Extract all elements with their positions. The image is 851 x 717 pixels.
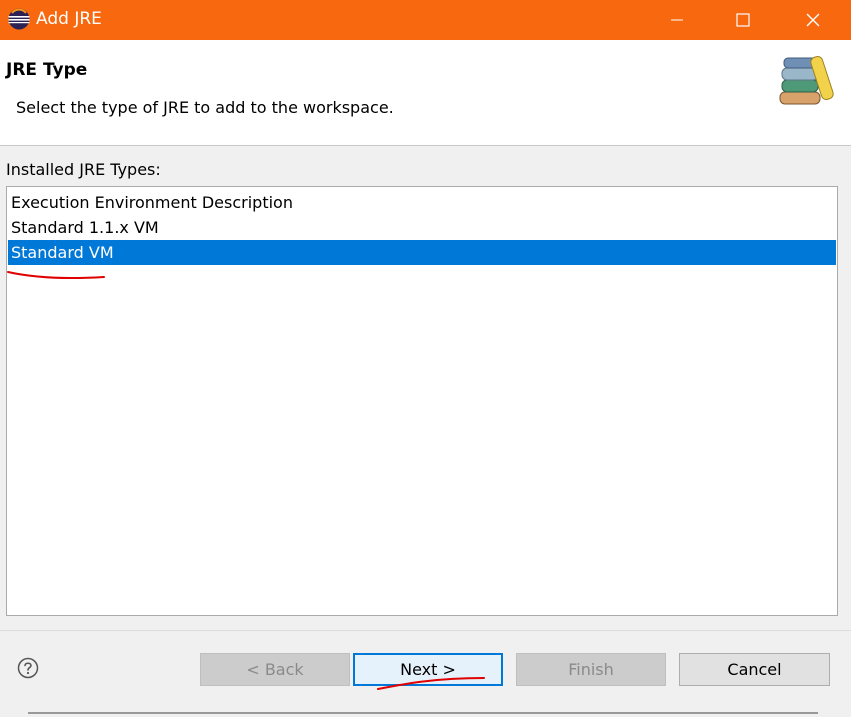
close-button[interactable] xyxy=(782,0,844,40)
next-button[interactable]: Next > xyxy=(353,653,503,686)
help-icon[interactable] xyxy=(17,657,39,679)
jre-types-list[interactable]: Execution Environment Description Standa… xyxy=(6,186,838,616)
maximize-button[interactable] xyxy=(712,0,774,40)
eclipse-icon xyxy=(8,8,30,30)
title-bar: Add JRE xyxy=(0,0,851,40)
maximize-icon xyxy=(736,13,750,27)
list-item-execution-environment-description[interactable]: Execution Environment Description xyxy=(8,190,836,215)
list-item-standard-vm[interactable]: Standard VM xyxy=(8,240,836,265)
minimize-icon xyxy=(671,19,683,21)
installed-jre-types-label: Installed JRE Types: xyxy=(6,160,161,179)
minimize-button[interactable] xyxy=(646,0,708,40)
window-bottom-edge xyxy=(28,712,818,714)
back-button[interactable]: < Back xyxy=(200,653,350,686)
cancel-button[interactable]: Cancel xyxy=(679,653,830,686)
wizard-banner: JRE Type Select the type of JRE to add t… xyxy=(0,40,851,146)
add-jre-dialog: Add JRE JRE Type Select the type of JRE … xyxy=(0,0,851,717)
close-icon xyxy=(806,13,820,27)
window-title: Add JRE xyxy=(36,9,102,29)
finish-button[interactable]: Finish xyxy=(516,653,666,686)
books-icon xyxy=(779,56,834,105)
list-item-standard-1-1-x-vm[interactable]: Standard 1.1.x VM xyxy=(8,215,836,240)
page-description: Select the type of JRE to add to the wor… xyxy=(16,98,394,117)
page-title: JRE Type xyxy=(6,60,88,80)
button-bar-separator xyxy=(0,630,851,631)
